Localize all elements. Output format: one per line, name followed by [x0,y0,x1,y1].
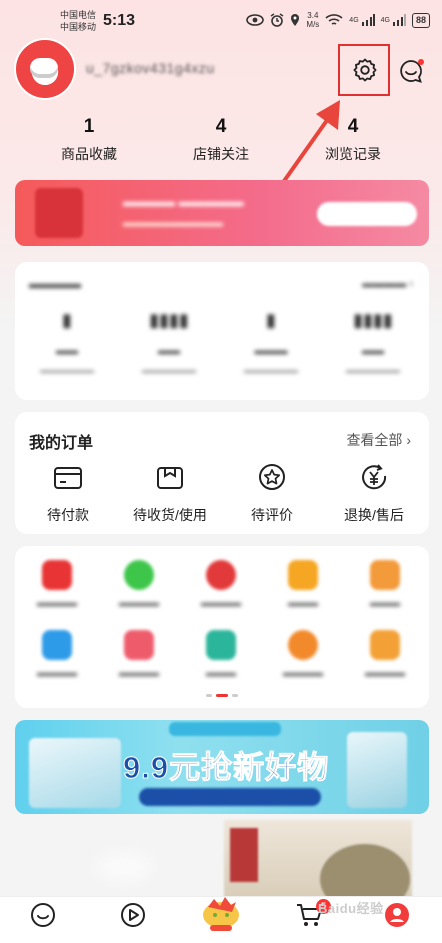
stat-history[interactable]: 4 浏览记录 [293,116,413,164]
ad-banner[interactable]: 9.9元抢新好物 [15,720,429,814]
net-speed-unit: M/s [306,20,320,29]
settings-gear-icon[interactable] [352,57,378,83]
ad-headline: 9.9元抢新好物 [122,750,330,786]
status-icons: 3.4 M/s 4G 4G 88 [246,11,430,29]
eye-icon [246,14,265,26]
order-label: 待评价 [251,507,293,523]
wallet-title-blurred: ▬▬▬▬ [29,276,81,291]
net-type-2: 4G [380,16,390,24]
service-item[interactable]: ▬▬▬▬ [345,630,425,679]
stat-count: 1 [83,116,95,137]
feed-image-detail [230,828,258,882]
service-item[interactable]: ▬▬▬▬ [17,630,97,679]
alarm-icon [271,13,284,27]
order-pending-review[interactable]: 待评价 [223,462,321,525]
service-item[interactable]: ▬▬▬▬ [99,560,179,609]
home-smile-icon [31,903,55,927]
wallet-item[interactable]: ▮▮▮▮ ▬▬ ▬▬▬▬▬▬ [323,310,423,375]
page-dot [232,694,238,697]
service-item[interactable]: ▬▬▬▬ [263,630,343,679]
service-item[interactable]: ▬▬▬ [345,560,425,609]
stat-label: 店铺关注 [193,146,249,162]
carrier-1: 中国电信 [60,10,97,20]
net-speed: 3.4 M/s [306,11,319,29]
page-dot-active [216,694,228,697]
ad-tag-blurred [169,722,281,736]
signal-icon-2 [392,14,406,26]
promo-banner[interactable]: ▬▬▬▬ ▬▬▬▬▬ ▬▬▬▬▬▬▬▬▬▬ [15,180,429,246]
ad-product-image [29,738,121,808]
ad-product-image-2 [347,732,407,808]
message-icon[interactable] [398,58,426,84]
watermark: Baidu经验 [318,901,384,916]
net-speed-value: 3.4 [307,11,319,20]
stat-followed-shops[interactable]: 4 店铺关注 [161,116,281,164]
service-item[interactable]: ▬▬▬ [263,560,343,609]
signal-icon-1 [361,14,375,26]
carrier-labels: 中国电信 中国移动 [60,9,96,33]
play-icon [121,903,145,927]
view-all-label: 查看全部 [346,432,403,448]
wallet-item[interactable]: ▮▮▮▮ ▬▬ ▬▬▬▬▬▬ [119,310,219,375]
wallet-icon [54,467,82,489]
stat-count: 4 [347,116,359,137]
yuan-return-icon [362,464,387,490]
order-label: 待收货/使用 [133,507,207,523]
profile-active-icon [385,903,409,927]
username[interactable]: u_7gzkov431g4xzu [86,60,215,76]
ad-subline-blurred [139,788,321,806]
order-return-service[interactable]: 退换/售后 [325,462,423,525]
wallet-item[interactable]: ▮ ▬▬ ▬▬▬▬▬▬ [17,310,117,375]
order-pending-payment[interactable]: 待付款 [19,462,117,525]
promo-action-button[interactable] [317,202,417,226]
gift-icon [35,188,83,238]
carrier-2: 中国移动 [60,22,97,32]
wallet-more-blurred[interactable]: ▬▬▬▬ › [362,278,413,290]
avatar[interactable] [16,40,74,98]
page-indicator [206,694,238,697]
feed-placeholder [94,852,154,882]
order-pending-receipt[interactable]: 待收货/使用 [121,462,219,525]
location-icon [291,14,300,26]
service-item[interactable]: ▬▬▬▬ [99,630,179,679]
order-label: 退换/售后 [344,507,404,523]
service-item[interactable]: ▬▬▬ [181,630,261,679]
tab-center-promo[interactable] [186,891,256,936]
orders-card: 我的订单 查看全部 › 待付款 待收货/使用 待评价 退换/售后 [15,412,429,534]
promo-subtitle-blurred: ▬▬▬▬▬▬▬▬▬▬ [123,218,223,229]
clock: 5:13 [103,12,136,29]
promo-title-blurred: ▬▬▬▬ ▬▬▬▬▬ [123,194,244,209]
services-grid: ▬▬▬▬ ▬▬▬▬ ▬▬▬▬ ▬▬▬ ▬▬▬ ▬▬▬▬ ▬▬▬▬ ▬▬▬ ▬▬▬… [15,546,429,708]
feed-product-image[interactable] [224,820,412,914]
wallet-card: ▬▬▬▬ ▬▬▬▬ › ▮ ▬▬ ▬▬▬▬▬▬ ▮▮▮▮ ▬▬ ▬▬▬▬▬▬ ▮ ▬▬▬ ▬… [15,262,429,400]
gift-mascot-icon [203,897,239,931]
wifi-icon [325,14,343,25]
stat-count: 4 [215,116,227,137]
page-dot [206,694,212,697]
service-item[interactable]: ▬▬▬▬ [181,560,261,609]
service-item[interactable]: ▬▬▬▬ [17,560,97,609]
stat-label: 商品收藏 [61,146,117,162]
stat-favorites[interactable]: 1 商品收藏 [29,116,149,164]
order-label: 待付款 [47,507,89,523]
stat-label: 浏览记录 [325,146,381,162]
battery-indicator: 88 [411,12,430,28]
status-bar: 中国电信 中国移动 5:13 3.4 M/s 4G 4G 88 [0,0,442,40]
wallet-item[interactable]: ▮ ▬▬▬ ▬▬▬▬▬▬ [221,310,321,375]
package-icon [157,467,183,489]
chevron-right-icon: › [406,432,411,448]
orders-title: 我的订单 [29,435,94,452]
tab-home[interactable] [8,901,78,940]
star-badge-icon [259,464,285,490]
net-type-1: 4G [349,16,359,24]
tab-video[interactable] [98,901,168,940]
orders-view-all-link[interactable]: 查看全部 › [346,430,411,450]
